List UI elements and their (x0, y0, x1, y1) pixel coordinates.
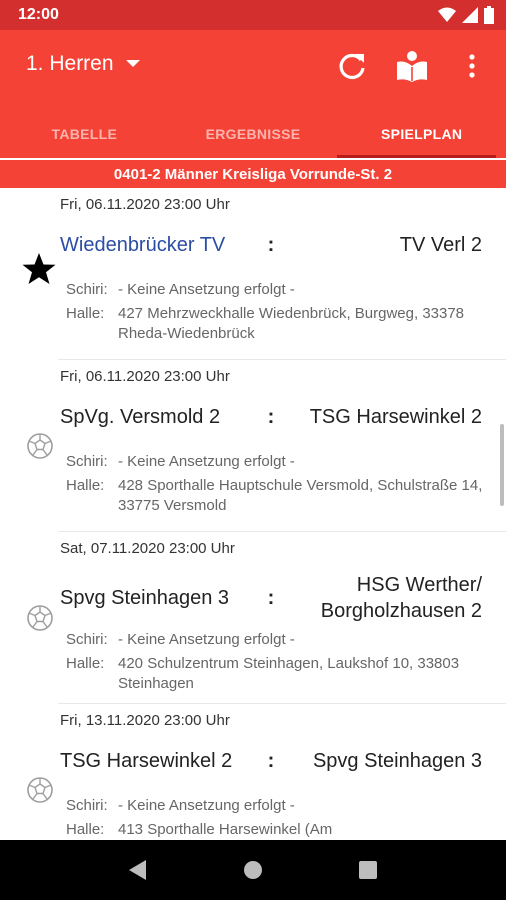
tab-bar: TABELLE ERGEBNISSE SPIELPLAN (0, 110, 506, 158)
hall-label: Halle: (66, 655, 105, 672)
match-details: Schiri: - Keine Ansetzung erfolgt - Hall… (66, 452, 488, 516)
match-item[interactable]: Fri, 06.11.2020 23:00 Uhr SpVg. Versmold… (27, 360, 506, 532)
home-team: Spvg Steinhagen 3 (60, 586, 230, 609)
status-bar: 12:00 (0, 0, 506, 30)
home-button[interactable] (233, 850, 273, 890)
referee-value: - Keine Ansetzung erfolgt - (118, 453, 295, 470)
referee-row: Schiri: - Keine Ansetzung erfolgt - (66, 796, 488, 816)
handball-icon[interactable] (26, 432, 54, 460)
match-details: Schiri: - Keine Ansetzung erfolgt - Hall… (66, 280, 488, 344)
more-options-button[interactable] (454, 48, 490, 84)
hall-value: 413 Sporthalle Harsewinkel (Am (118, 821, 333, 838)
handball-icon[interactable] (26, 604, 54, 632)
hall-value: 420 Schulzentrum Steinhagen, Laukshof 10… (118, 655, 460, 692)
match-details: Schiri: - Keine Ansetzung erfolgt - Hall… (66, 796, 488, 840)
hall-label: Halle: (66, 305, 105, 322)
team-label: 1. Herren (26, 52, 114, 75)
score-separator: : (267, 233, 275, 256)
hall-label: Halle: (66, 477, 105, 494)
home-team: TSG Harsewinkel 2 (60, 749, 233, 772)
hall-row: Halle: 427 Mehrzweckhalle Wiedenbrück, B… (66, 304, 488, 344)
back-button[interactable] (118, 850, 158, 890)
away-team: Spvg Steinhagen 3 (312, 750, 482, 772)
handball-icon[interactable] (26, 776, 54, 804)
league-header: 0401-2 Männer Kreisliga Vorrunde-St. 2 (0, 158, 506, 188)
match-list[interactable]: Fri, 06.11.2020 23:00 Uhr Wiedenbrücker … (0, 188, 506, 840)
book-reader-icon (397, 51, 427, 82)
back-icon (128, 860, 146, 880)
away-team: HSG Werther/ Borgholzhausen 2 (320, 574, 482, 622)
refresh-button[interactable] (334, 48, 370, 84)
match-details: Schiri: - Keine Ansetzung erfolgt - Hall… (66, 630, 488, 694)
referee-label: Schiri: (66, 631, 108, 648)
home-team: SpVg. Versmold 2 (60, 405, 221, 428)
status-time: 12:00 (18, 6, 59, 23)
match-teams: Wiedenbrücker TV : TV Verl 2 (60, 232, 482, 258)
referee-label: Schiri: (66, 281, 108, 298)
rules-button[interactable] (394, 48, 430, 84)
hall-row: Halle: 428 Sporthalle Hauptschule Versmo… (66, 476, 488, 516)
referee-row: Schiri: - Keine Ansetzung erfolgt - (66, 280, 488, 300)
hall-row: Halle: 420 Schulzentrum Steinhagen, Lauk… (66, 654, 488, 694)
referee-row: Schiri: - Keine Ansetzung erfolgt - (66, 452, 488, 472)
match-item[interactable]: Sat, 07.11.2020 23:00 Uhr Spvg Steinhage… (27, 532, 506, 704)
hall-value: 427 Mehrzweckhalle Wiedenbrück, Burgweg,… (118, 305, 465, 342)
tab-spielplan[interactable]: SPIELPLAN (337, 110, 506, 158)
recents-icon (359, 861, 378, 879)
tab-tabelle[interactable]: TABELLE (0, 110, 169, 158)
hall-value: 428 Sporthalle Hauptschule Versmold, Sch… (118, 477, 483, 514)
away-team: TSG Harsewinkel 2 (309, 406, 482, 428)
match-date: Sat, 07.11.2020 23:00 Uhr (60, 540, 235, 557)
referee-value: - Keine Ansetzung erfolgt - (118, 797, 295, 814)
hall-label: Halle: (66, 821, 105, 838)
referee-row: Schiri: - Keine Ansetzung erfolgt - (66, 630, 488, 650)
team-selector[interactable]: 1. Herren (26, 52, 140, 76)
more-vert-icon (469, 54, 475, 78)
away-team: TV Verl 2 (399, 234, 482, 256)
match-date: Fri, 06.11.2020 23:00 Uhr (60, 368, 230, 385)
refresh-icon (339, 53, 365, 80)
referee-label: Schiri: (66, 453, 108, 470)
home-icon (243, 861, 262, 879)
score-separator: : (267, 405, 275, 428)
hall-row: Halle: 413 Sporthalle Harsewinkel (Am (66, 820, 488, 840)
score-separator: : (267, 749, 275, 772)
referee-label: Schiri: (66, 797, 108, 814)
toolbar-actions (334, 48, 490, 84)
match-teams: Spvg Steinhagen 3 : HSG Werther/ Borghol… (60, 572, 482, 624)
referee-value: - Keine Ansetzung erfolgt - (118, 631, 295, 648)
system-nav-bar (0, 840, 506, 900)
match-item[interactable]: Fri, 06.11.2020 23:00 Uhr Wiedenbrücker … (22, 188, 506, 360)
match-date: Fri, 13.11.2020 23:00 Uhr (60, 712, 230, 729)
wifi-icon (438, 7, 456, 22)
scrollbar[interactable] (500, 424, 504, 506)
home-team: Wiedenbrücker TV (60, 233, 226, 256)
match-date: Fri, 06.11.2020 23:00 Uhr (60, 196, 230, 213)
status-icons (438, 6, 494, 24)
signal-icon (462, 7, 478, 23)
tab-ergebnisse[interactable]: ERGEBNISSE (169, 110, 338, 158)
star-icon[interactable] (22, 252, 56, 286)
battery-icon (484, 6, 494, 24)
recents-button[interactable] (348, 850, 388, 890)
score-separator: : (267, 586, 275, 609)
match-teams: SpVg. Versmold 2 : TSG Harsewinkel 2 (60, 404, 482, 430)
match-teams: TSG Harsewinkel 2 : Spvg Steinhagen 3 (60, 748, 482, 774)
app-bar: 1. Herren TABELLE ERGEBNISSE SPIELPLAN (0, 30, 506, 158)
dropdown-arrow-icon (125, 60, 140, 67)
referee-value: - Keine Ansetzung erfolgt - (118, 281, 295, 298)
match-item[interactable]: Fri, 13.11.2020 23:00 Uhr TSG Harsewinke… (27, 704, 506, 840)
